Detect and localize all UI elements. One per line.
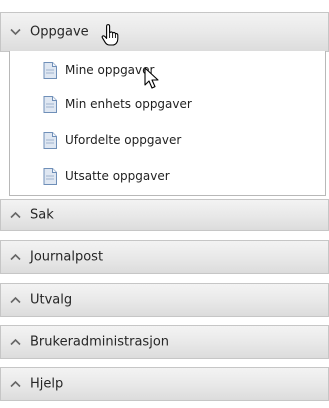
section-label: Sak — [30, 207, 54, 223]
section-header-brukeradministrasjon[interactable]: Brukeradministrasjon — [0, 325, 329, 359]
section-header-oppgave[interactable]: Oppgave — [0, 12, 329, 52]
nav-item-mine-oppgaver[interactable]: Mine oppgaver — [43, 61, 293, 81]
section-header-hjelp[interactable]: Hjelp — [0, 367, 329, 401]
document-icon — [43, 62, 57, 79]
section-label: Utvalg — [30, 292, 73, 308]
chevron-up-icon — [10, 296, 21, 304]
nav-item-label: Ufordelte oppgaver — [65, 133, 182, 147]
document-icon — [43, 132, 57, 149]
chevron-down-icon — [10, 28, 21, 36]
document-icon — [43, 96, 57, 113]
nav-item-label: Utsatte oppgaver — [65, 169, 170, 183]
section-label: Oppgave — [30, 24, 89, 40]
nav-item-ufordelte-oppgaver[interactable]: Ufordelte oppgaver — [43, 131, 293, 151]
navigation-accordion: Oppgave Mine oppgaver Min enhets oppgave… — [0, 0, 329, 408]
section-header-utvalg[interactable]: Utvalg — [0, 283, 329, 317]
section-label: Brukeradministrasjon — [30, 334, 170, 350]
section-header-journalpost[interactable]: Journalpost — [0, 240, 329, 274]
nav-item-label: Min enhets oppgaver — [65, 97, 192, 111]
section-label: Journalpost — [30, 249, 104, 265]
chevron-up-icon — [10, 338, 21, 346]
section-header-sak[interactable]: Sak — [0, 199, 329, 231]
section-label: Hjelp — [30, 376, 64, 392]
chevron-up-icon — [10, 253, 21, 261]
nav-item-label: Mine oppgaver — [65, 63, 155, 77]
nav-item-utsatte-oppgaver[interactable]: Utsatte oppgaver — [43, 167, 293, 187]
document-icon — [43, 168, 57, 185]
chevron-up-icon — [10, 380, 21, 388]
chevron-up-icon — [10, 211, 21, 219]
nav-item-min-enhets-oppgaver[interactable]: Min enhets oppgaver — [43, 95, 293, 115]
